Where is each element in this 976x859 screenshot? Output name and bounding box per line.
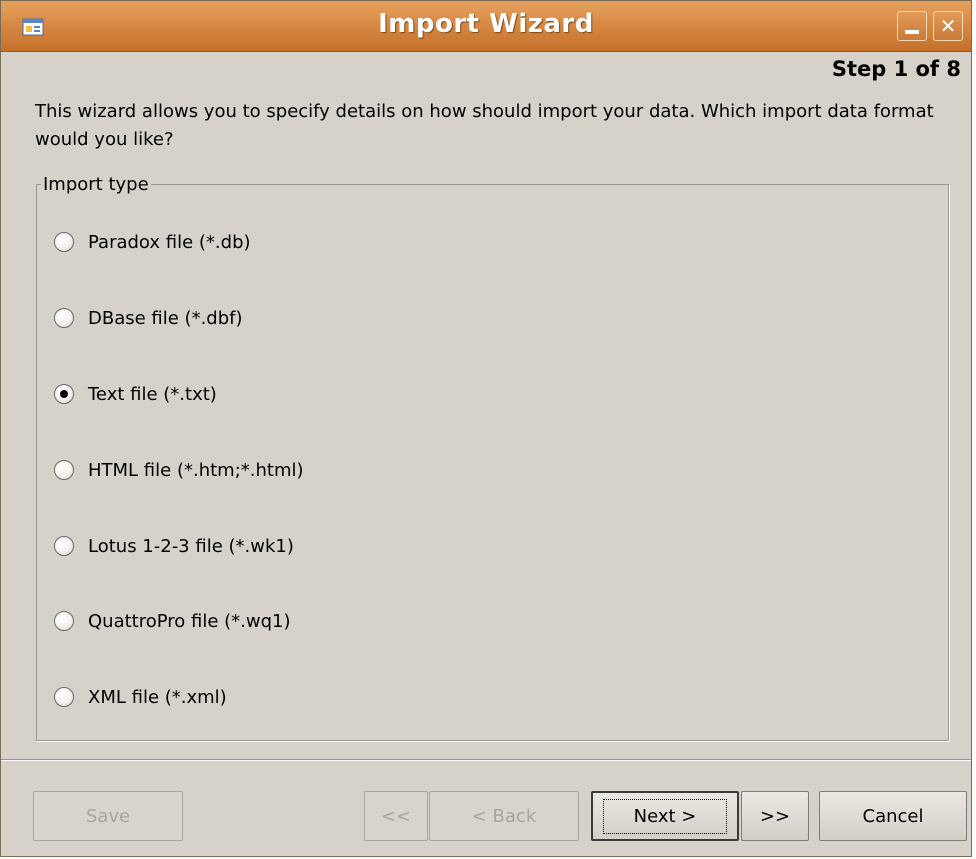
radio-button[interactable] — [54, 536, 74, 556]
radio-label: DBase file (*.dbf) — [88, 307, 243, 329]
first-step-button[interactable]: << — [364, 791, 428, 841]
radio-button[interactable] — [54, 308, 74, 328]
radio-label: XML file (*.xml) — [88, 686, 227, 708]
radio-option-html[interactable]: HTML file (*.htm;*.html) — [54, 455, 304, 485]
radio-label: Lotus 1-2-3 file (*.wk1) — [88, 535, 294, 557]
import-wizard-window: Import Wizard ✕ Step 1 of 8 This wizard … — [0, 0, 972, 857]
save-button[interactable]: Save — [33, 791, 183, 841]
back-button[interactable]: < Back — [429, 791, 579, 841]
radio-button-selected[interactable] — [54, 384, 74, 404]
radio-label: Text file (*.txt) — [88, 383, 217, 405]
last-step-button[interactable]: >> — [741, 791, 809, 841]
radio-option-dbase[interactable]: DBase file (*.dbf) — [54, 303, 243, 333]
step-indicator: Step 1 of 8 — [831, 57, 961, 81]
radio-option-xml[interactable]: XML file (*.xml) — [54, 682, 227, 712]
import-type-legend: Import type — [41, 174, 151, 195]
radio-button[interactable] — [54, 232, 74, 252]
radio-option-text[interactable]: Text file (*.txt) — [54, 379, 217, 409]
radio-label: HTML file (*.htm;*.html) — [88, 459, 304, 481]
radio-label: QuattroPro file (*.wq1) — [88, 610, 291, 632]
radio-button[interactable] — [54, 687, 74, 707]
window-title: Import Wizard — [378, 9, 594, 39]
next-button-label: Next > — [602, 798, 728, 834]
footer-separator — [1, 759, 971, 761]
minimize-icon — [905, 30, 919, 34]
radio-button[interactable] — [54, 460, 74, 480]
title-bar[interactable]: Import Wizard ✕ — [1, 1, 971, 52]
radio-button[interactable] — [54, 611, 74, 631]
radio-option-quattropro[interactable]: QuattroPro file (*.wq1) — [54, 606, 291, 636]
next-button[interactable]: Next > — [591, 791, 739, 841]
radio-label: Paradox file (*.db) — [88, 231, 251, 253]
minimize-button[interactable] — [897, 11, 927, 41]
radio-checked-dot — [60, 390, 68, 398]
radio-option-paradox[interactable]: Paradox file (*.db) — [54, 227, 251, 257]
close-button[interactable]: ✕ — [933, 11, 963, 41]
radio-option-lotus[interactable]: Lotus 1-2-3 file (*.wk1) — [54, 531, 294, 561]
close-icon: ✕ — [939, 14, 957, 38]
wizard-description: This wizard allows you to specify detail… — [35, 101, 934, 150]
cancel-button[interactable]: Cancel — [819, 791, 967, 841]
